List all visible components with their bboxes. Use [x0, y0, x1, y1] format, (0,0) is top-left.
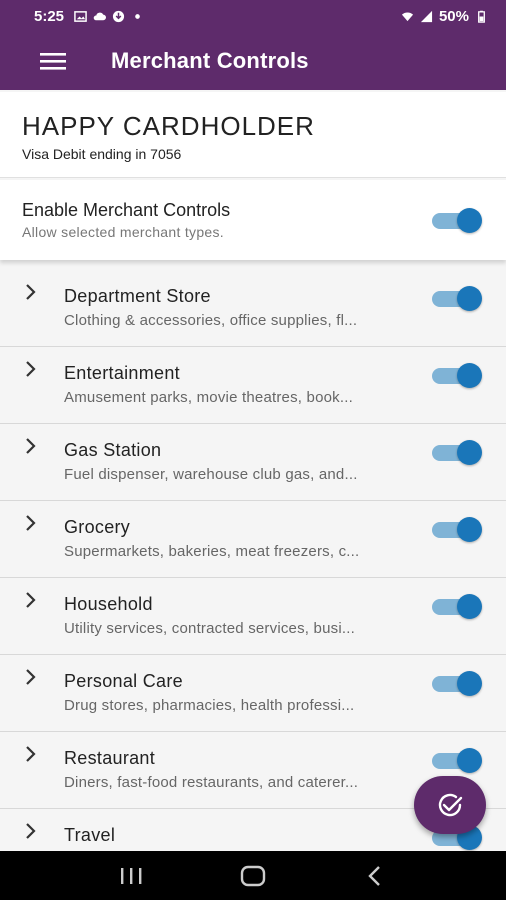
cardholder-name: HAPPY CARDHOLDER: [22, 111, 315, 141]
merchant-description: Supermarkets, bakeries, meat freezers, c…: [64, 543, 360, 560]
merchant-toggle[interactable]: [432, 746, 482, 774]
battery-icon: [478, 10, 485, 23]
home-button[interactable]: [233, 856, 273, 896]
signal-icon: [420, 10, 433, 22]
merchant-description: Drug stores, pharmacies, health professi…: [64, 697, 355, 714]
cloud-upload-icon: [93, 12, 107, 20]
merchant-title: Department Store: [64, 286, 211, 306]
merchant-title: Entertainment: [64, 363, 180, 383]
chevron-right-icon: [26, 361, 36, 377]
toggle-thumb: [457, 671, 482, 696]
merchant-title: Personal Care: [64, 671, 183, 691]
status-bar: 5:25 50%: [0, 0, 506, 32]
download-circle-icon: [112, 10, 125, 22]
chevron-right-icon: [26, 746, 36, 762]
page-title: Merchant Controls: [111, 48, 309, 73]
merchant-toggle[interactable]: [432, 438, 482, 466]
chevron-right-icon: [26, 515, 36, 531]
merchant-description: Diners, fast-food restaurants, and cater…: [64, 774, 359, 791]
toggle-thumb: [457, 748, 482, 773]
system-nav-bar: [0, 851, 506, 900]
chevron-right-icon: [26, 284, 36, 300]
card-description: Visa Debit ending in 7056: [22, 146, 182, 162]
merchant-toggle[interactable]: [432, 515, 482, 543]
merchant-title: Travel: [64, 825, 116, 845]
enable-merchant-controls-row: Enable Merchant Controls Allow selected …: [0, 180, 506, 260]
home-icon: [240, 865, 266, 886]
chevron-right-icon: [26, 669, 36, 685]
list-item-department-store[interactable]: Department Store Clothing & accessories,…: [0, 270, 506, 347]
merchant-description: Clothing & accessories, office supplies,…: [64, 312, 358, 329]
chevron-right-icon: [26, 823, 36, 839]
list-item-household[interactable]: Household Utility services, contracted s…: [0, 578, 506, 655]
wifi-icon: [401, 12, 414, 21]
merchant-description: Amusement parks, movie theatres, book...: [64, 389, 353, 406]
merchant-title: Gas Station: [64, 440, 162, 460]
merchant-description: Utility services, contracted services, b…: [64, 620, 355, 637]
recents-button[interactable]: [111, 856, 151, 896]
toggle-thumb: [457, 440, 482, 465]
chevron-right-icon: [26, 438, 36, 454]
merchant-toggle[interactable]: [432, 592, 482, 620]
merchant-title: Grocery: [64, 517, 131, 537]
merchant-title: Household: [64, 594, 153, 614]
back-icon: [368, 865, 380, 886]
back-button[interactable]: [355, 856, 395, 896]
merchant-toggle[interactable]: [432, 284, 482, 312]
card-header: HAPPY CARDHOLDER Visa Debit ending in 70…: [0, 92, 506, 178]
enable-merchant-controls-toggle[interactable]: [432, 206, 482, 234]
image-notification-icon: [74, 10, 87, 22]
merchant-description: Fuel dispenser, warehouse club gas, and.…: [64, 466, 358, 483]
status-right: 50%: [401, 8, 488, 25]
dot-icon: [135, 13, 140, 19]
chevron-right-icon: [26, 592, 36, 608]
save-fab-button[interactable]: [414, 776, 486, 834]
toggle-thumb: [457, 363, 482, 388]
merchant-title: Restaurant: [64, 748, 156, 768]
merchant-toggle[interactable]: [432, 361, 482, 389]
toggle-thumb: [457, 517, 482, 542]
toggle-thumb: [457, 594, 482, 619]
status-time: 5:25: [34, 7, 65, 25]
hamburger-icon: [40, 53, 66, 70]
battery-percent: 50%: [438, 7, 469, 25]
list-item-grocery[interactable]: Grocery Supermarkets, bakeries, meat fre…: [0, 501, 506, 578]
status-left-icons: [74, 10, 144, 23]
check-circle-icon: [438, 793, 463, 817]
menu-button[interactable]: [33, 41, 73, 81]
merchant-toggle[interactable]: [432, 669, 482, 697]
toggle-thumb: [457, 286, 482, 311]
recents-icon: [121, 867, 142, 884]
list-item-personal-care[interactable]: Personal Care Drug stores, pharmacies, h…: [0, 655, 506, 732]
list-item-entertainment[interactable]: Entertainment Amusement parks, movie the…: [0, 347, 506, 424]
toggle-thumb: [457, 208, 482, 233]
app-bar: Merchant Controls: [0, 32, 506, 90]
list-item-gas-station[interactable]: Gas Station Fuel dispenser, warehouse cl…: [0, 424, 506, 501]
